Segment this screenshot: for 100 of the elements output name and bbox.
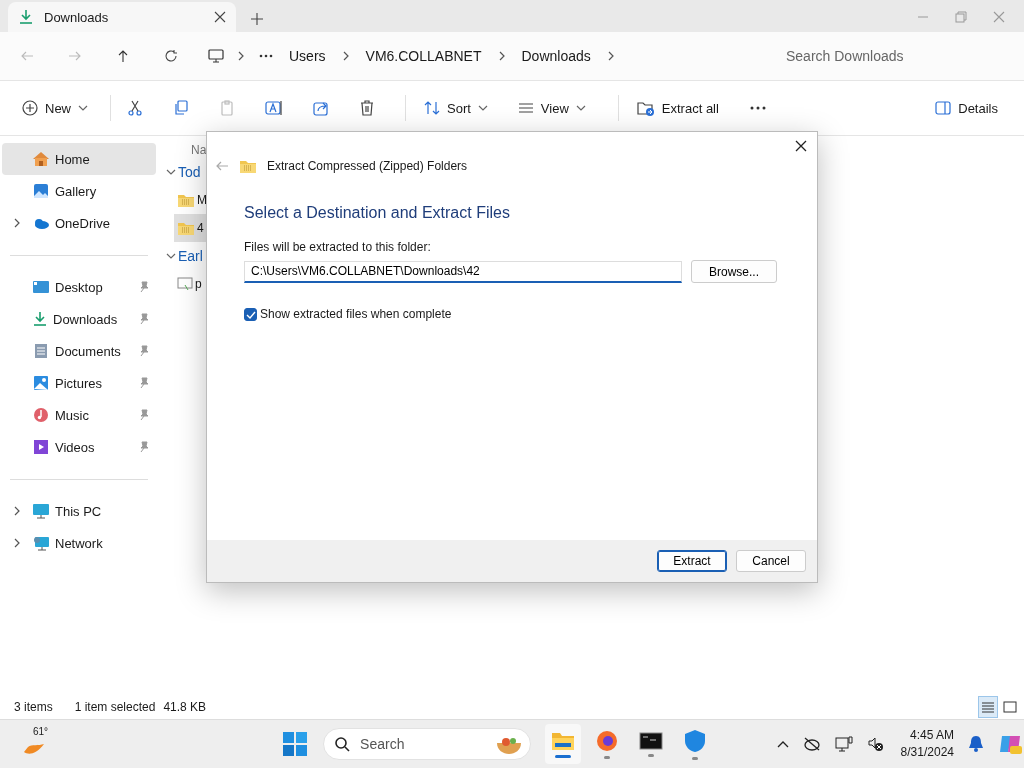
taskbar-search-field[interactable]: Search (323, 728, 531, 760)
extract-all-button[interactable]: Extract all (634, 96, 721, 120)
plus-icon[interactable] (250, 12, 264, 26)
pin-icon (138, 377, 150, 389)
new-button[interactable]: New (20, 96, 90, 120)
download-icon (32, 311, 48, 327)
sort-icon (424, 100, 440, 116)
selection-size: 41.8 KB (163, 700, 207, 714)
desktop-icon (32, 279, 50, 295)
expand-chevron-icon (12, 538, 22, 548)
bell-icon[interactable] (968, 735, 984, 753)
chevron-down-icon (166, 167, 176, 177)
group-header[interactable]: Tod (178, 164, 201, 180)
chevron-down-icon (575, 103, 586, 113)
chevron-up-icon[interactable] (776, 740, 789, 748)
extract-button[interactable]: Extract (657, 550, 727, 572)
path-input-field[interactable]: C:\Users\VM6.COLLABNET\Downloads\42 (244, 260, 682, 283)
checkbox[interactable] (244, 307, 257, 321)
item-count: 3 items (14, 700, 53, 714)
picture-icon (32, 375, 50, 391)
expand-chevron-icon (12, 218, 22, 228)
details-pane-icon (935, 101, 952, 115)
browser-tab[interactable]: Downloads (8, 2, 236, 32)
browse-button[interactable]: Browse... (691, 260, 777, 283)
pin-icon (138, 345, 150, 357)
monitor-icon (32, 503, 50, 519)
browser-icon (595, 729, 618, 752)
monitor-icon[interactable] (208, 48, 224, 64)
sort-button[interactable]: Sort (422, 96, 490, 120)
cut-icon[interactable] (127, 100, 143, 116)
sidebar-item[interactable]: Home (2, 143, 156, 175)
sidebar-item[interactable]: Desktop (2, 271, 156, 303)
trash-icon[interactable] (359, 100, 375, 116)
list-view-icon (517, 100, 534, 116)
view-toggle[interactable] (978, 696, 998, 718)
sidebar-item[interactable]: Music (2, 399, 156, 431)
start-icon[interactable] (283, 732, 308, 756)
clock[interactable]: 4:45 AM 8/31/2024 (900, 727, 954, 761)
sidebar-item[interactable]: Downloads (2, 303, 156, 335)
pin-icon (138, 441, 150, 453)
zip-folder-icon (177, 192, 195, 208)
close-icon[interactable] (214, 11, 226, 23)
weather-widget[interactable]: 61° (20, 724, 60, 764)
speaker-muted-icon[interactable] (866, 736, 883, 752)
refresh-icon[interactable] (164, 49, 178, 63)
sidebar-item[interactable]: Documents (2, 335, 156, 367)
breadcrumb[interactable]: Users (286, 46, 329, 66)
tiles-view-icon (1003, 701, 1017, 713)
dialog-title: Extract Compressed (Zipped) Folders (267, 159, 468, 173)
sidebar-item[interactable]: OneDrive (2, 207, 156, 239)
selection-info: 1 item selected (74, 700, 156, 714)
chevron-down-icon (78, 103, 88, 113)
pin-icon (138, 313, 150, 325)
view-button[interactable]: View (515, 96, 588, 120)
plus-circle-icon (22, 100, 38, 116)
details-view-icon (981, 701, 995, 713)
sidebar-item[interactable]: Network (2, 527, 156, 559)
sidebar-item[interactable]: Videos (2, 431, 156, 463)
share-icon[interactable] (313, 100, 329, 116)
music-icon (32, 407, 50, 423)
cloud-offline-icon[interactable] (802, 737, 821, 751)
house-icon (32, 151, 50, 167)
chevron-right-icon (236, 51, 246, 61)
checkbox-label: Show extracted files when complete (260, 307, 452, 321)
rename-icon[interactable] (265, 100, 283, 116)
breadcrumb[interactable]: Downloads (518, 46, 594, 66)
terminal-icon (638, 731, 663, 750)
chevron-down-icon (166, 251, 176, 261)
folder-extract-icon (636, 100, 655, 116)
pin-icon (138, 281, 150, 293)
gallery-icon (32, 183, 50, 199)
up-arrow-icon[interactable] (116, 49, 130, 63)
details-button[interactable]: Details (933, 96, 1000, 120)
column-header[interactable]: Na (191, 143, 207, 157)
dialog-heading: Select a Destination and Extract Files (244, 204, 511, 222)
file-item[interactable]: 4 (174, 214, 206, 242)
group-header[interactable]: Earl (178, 248, 203, 264)
search-field[interactable]: Search Downloads (774, 39, 1004, 73)
pin-icon (138, 409, 150, 421)
expand-chevron-icon (12, 506, 22, 516)
ellipsis-icon[interactable] (258, 53, 274, 59)
file-item[interactable]: p (174, 270, 204, 298)
document-icon (32, 343, 50, 359)
sidebar-item[interactable]: Pictures (2, 367, 156, 399)
download-icon (18, 9, 34, 25)
zip-folder-icon (239, 158, 257, 174)
file-item[interactable]: M (174, 186, 209, 214)
close-icon[interactable] (795, 140, 807, 152)
zip-folder-icon (177, 220, 195, 236)
more-icon[interactable] (748, 105, 767, 111)
sidebar-item[interactable]: Gallery (2, 175, 156, 207)
file-icon (177, 277, 193, 291)
breadcrumb[interactable]: VM6.COLLABNET (362, 46, 485, 66)
network-monitor-icon[interactable] (834, 735, 853, 753)
shield-icon (683, 728, 706, 753)
chevron-down-icon (477, 103, 488, 113)
cancel-button[interactable]: Cancel (736, 550, 806, 572)
field-label: Files will be extracted to this folder: (244, 240, 432, 254)
sidebar-item[interactable]: This PC (2, 495, 156, 527)
search-icon (334, 736, 351, 752)
